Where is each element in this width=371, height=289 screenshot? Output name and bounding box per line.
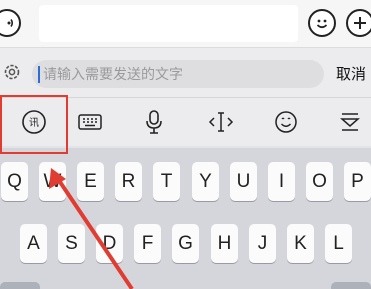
key-e[interactable]: E — [77, 162, 104, 201]
key-a[interactable]: A — [20, 224, 47, 263]
message-input[interactable] — [39, 5, 298, 42]
key-o[interactable]: O — [306, 162, 333, 201]
cursor-button[interactable] — [205, 106, 237, 138]
key-l[interactable]: L — [325, 224, 352, 263]
gear-icon — [4, 64, 20, 80]
emoji-panel-button[interactable] — [270, 106, 302, 138]
key-y[interactable]: Y — [192, 162, 219, 201]
key-s[interactable]: S — [58, 224, 85, 263]
cursor-icon — [208, 112, 234, 132]
microphone-button[interactable] — [138, 106, 170, 138]
key-h[interactable]: H — [211, 224, 238, 263]
collapse-keyboard-button[interactable] — [334, 106, 366, 138]
text-caret — [38, 65, 40, 83]
ime-input-bar: 请输入需要发送的文字 取消 — [0, 48, 371, 98]
key-k[interactable]: K — [287, 224, 314, 263]
shift-key[interactable] — [0, 282, 40, 289]
keyboard-button[interactable] — [74, 106, 106, 138]
emoji-button[interactable] — [308, 9, 336, 37]
collapse-keyboard-icon — [340, 113, 360, 131]
highlight-box — [0, 95, 68, 154]
key-p[interactable]: P — [344, 162, 371, 201]
ime-text-input[interactable]: 请输入需要发送的文字 — [32, 60, 324, 88]
key-i[interactable]: I — [268, 162, 295, 201]
key-f[interactable]: F — [134, 224, 161, 263]
keyboard: Q W E R T Y U I O P A S D F G H J K L — [0, 148, 371, 289]
plus-icon — [354, 17, 366, 29]
key-w[interactable]: W — [39, 162, 66, 201]
ime-input-placeholder: 请输入需要发送的文字 — [43, 66, 183, 82]
key-d[interactable]: D — [96, 224, 123, 263]
keyboard-icon — [78, 114, 102, 130]
voice-button[interactable] — [0, 9, 21, 37]
emoji-icon — [275, 111, 297, 133]
cancel-button[interactable]: 取消 — [336, 63, 366, 84]
delete-key[interactable] — [331, 282, 371, 289]
screen: 请输入需要发送的文字 取消 讯 Q W E R T Y U I O P A S … — [0, 0, 371, 289]
key-r[interactable]: R — [115, 162, 142, 201]
settings-button[interactable] — [1, 61, 23, 83]
key-u[interactable]: U — [230, 162, 257, 201]
chat-input-bar — [0, 0, 371, 48]
microphone-icon — [146, 110, 162, 134]
plus-button[interactable] — [346, 9, 371, 37]
key-g[interactable]: G — [172, 224, 199, 263]
key-j[interactable]: J — [249, 224, 276, 263]
key-q[interactable]: Q — [1, 162, 28, 201]
key-t[interactable]: T — [153, 162, 180, 201]
emoji-icon — [316, 19, 328, 29]
voice-icon — [7, 19, 14, 27]
